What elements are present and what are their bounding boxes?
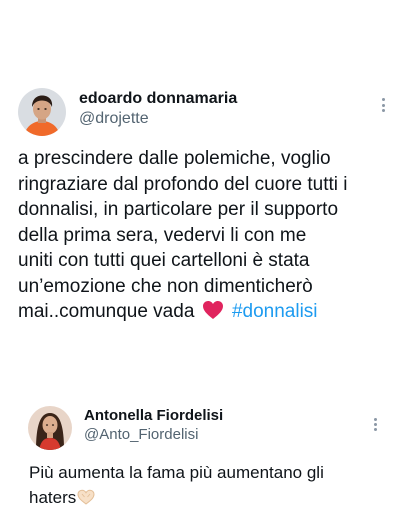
username-handle[interactable]: @Anto_Fiordelisi	[84, 426, 198, 443]
username-handle[interactable]: @drojette	[79, 110, 149, 128]
hashtag-link[interactable]: #donnalisi	[232, 301, 318, 322]
heart-hands-emoji-icon	[77, 487, 95, 512]
avatar[interactable]	[18, 88, 66, 136]
red-heart-emoji-icon	[202, 300, 224, 328]
tweet-text-line: Più aumenta la fama più aumentano gli	[29, 463, 324, 482]
tweet-screenshot: edoardo donnamaria @drojette a prescinde…	[0, 0, 400, 527]
tweet-text-line: a prescindere dalle polemiche, voglio	[18, 148, 331, 169]
more-options-icon[interactable]	[372, 418, 378, 431]
display-name[interactable]: Antonella Fiordelisi	[84, 407, 223, 424]
tweet-text: a prescindere dalle polemiche, voglio ri…	[18, 146, 348, 328]
tweet-text-line: un’emozione che non dimenticherò	[18, 275, 313, 297]
tweet-text-line: ringraziare dal profondo del cuore tutti…	[18, 173, 348, 195]
tweet-text-line: mai..comunque vada	[18, 301, 195, 322]
display-name[interactable]: edoardo donnamaria	[79, 90, 237, 108]
tweet-text-line-last: haters	[29, 485, 324, 512]
tweet-text: Più aumenta la fama più aumentano gli ha…	[29, 460, 324, 512]
more-options-icon[interactable]	[380, 98, 386, 112]
tweet-text-line: della prima sera, vedervi li con me	[18, 224, 307, 246]
tweet-text-line-last: mai..comunque vada #donnalisi	[18, 299, 348, 328]
tweet-text-line: donnalisi, in particolare per il support…	[18, 199, 339, 220]
tweet-text-line: uniti con tutti quei cartelloni è stata	[18, 250, 310, 271]
tweet-text-line: haters	[29, 488, 77, 507]
avatar[interactable]	[28, 406, 72, 450]
